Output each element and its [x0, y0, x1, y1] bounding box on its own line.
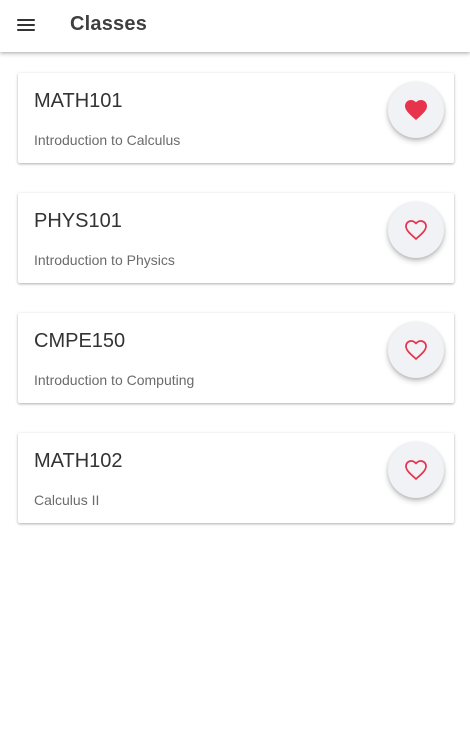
class-card-math101[interactable]: MATH101 Introduction to Calculus — [18, 73, 454, 163]
heart-outline-icon — [405, 340, 427, 360]
hamburger-menu-icon — [17, 19, 35, 21]
class-name: Introduction to Physics — [34, 252, 175, 268]
menu-button[interactable] — [12, 10, 40, 40]
class-name: Introduction to Calculus — [34, 132, 181, 148]
class-card-phys101[interactable]: PHYS101 Introduction to Physics — [18, 193, 454, 283]
class-code: MATH102 — [34, 450, 123, 472]
class-card-math102[interactable]: MATH102 Calculus II — [18, 433, 454, 523]
class-code: PHYS101 — [34, 210, 122, 232]
favorite-button[interactable] — [388, 442, 444, 498]
class-code: CMPE150 — [34, 330, 126, 352]
heart-outline-icon — [405, 220, 427, 240]
class-name: Calculus II — [34, 492, 100, 508]
class-list: MATH101 Introduction to Calculus PHYS101… — [0, 52, 470, 731]
class-name: Introduction to Computing — [34, 372, 195, 388]
app-bar: Classes — [0, 0, 470, 52]
heart-outline-icon — [405, 460, 427, 480]
page-title: Classes — [70, 13, 148, 35]
favorite-button[interactable] — [388, 82, 444, 138]
heart-filled-icon — [405, 100, 427, 120]
favorite-button[interactable] — [388, 202, 444, 258]
class-card-cmpe150[interactable]: CMPE150 Introduction to Computing — [18, 313, 454, 403]
class-code: MATH101 — [34, 90, 123, 112]
favorite-button[interactable] — [388, 322, 444, 378]
